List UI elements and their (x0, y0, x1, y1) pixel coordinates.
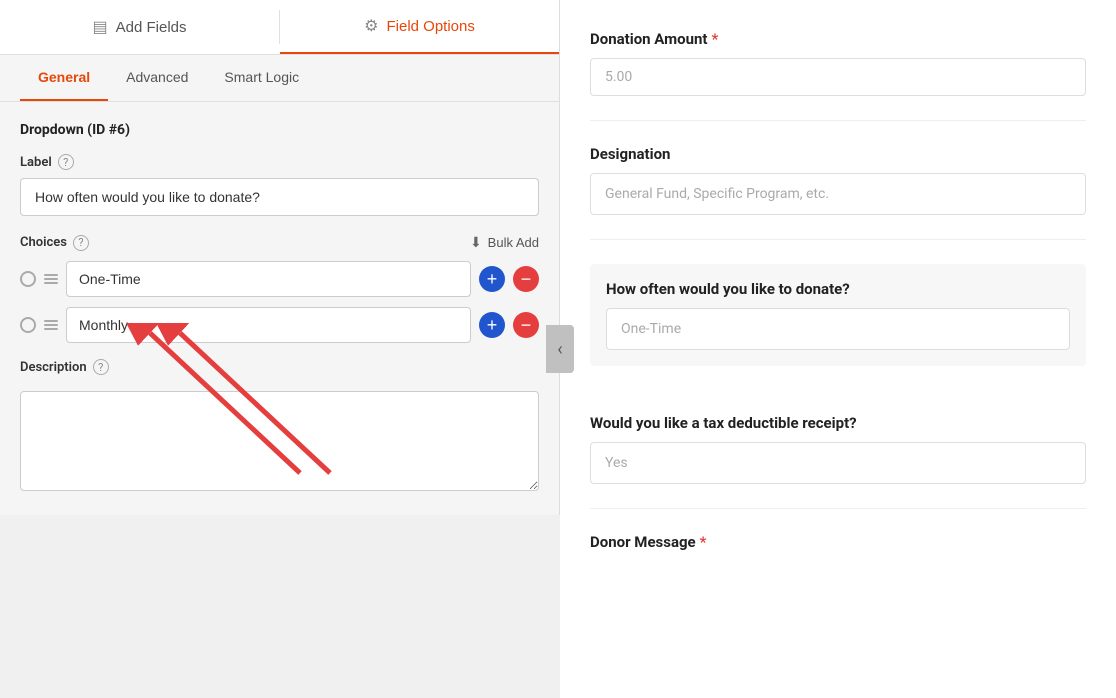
tab-add-fields-label: Add Fields (116, 19, 187, 36)
field-title: Dropdown (ID #6) (20, 122, 539, 138)
spacer-1 (590, 390, 1086, 414)
remove-choice-2-button[interactable]: − (513, 312, 539, 338)
remove-choice-1-button[interactable]: − (513, 266, 539, 292)
description-label: Description (20, 360, 87, 375)
choice-row-1: + − (20, 261, 539, 297)
add-choice-1-button[interactable]: + (479, 266, 505, 292)
divider-2 (590, 239, 1086, 240)
choice-input-1[interactable] (66, 261, 471, 297)
required-star-donation: * (711, 30, 718, 48)
description-section: Description ? (20, 359, 539, 495)
form-field-donor-message: Donor Message * (590, 533, 1086, 551)
bulk-add-icon: ⬇ (470, 234, 482, 251)
tab-header: ▤ Add Fields ⚙ Field Options (0, 0, 559, 55)
sub-tab-advanced[interactable]: Advanced (108, 55, 206, 101)
sub-tab-smart-logic[interactable]: Smart Logic (206, 55, 317, 101)
add-choice-2-button[interactable]: + (479, 312, 505, 338)
description-label-row: Description ? (20, 359, 539, 375)
drag-handle-2[interactable] (44, 320, 58, 330)
form-field-designation: Designation General Fund, Specific Progr… (590, 145, 1086, 215)
tab-add-fields[interactable]: ▤ Add Fields (0, 0, 279, 54)
choices-label: Choices (20, 235, 67, 250)
divider-1 (590, 120, 1086, 121)
label-row: Label ? (20, 154, 539, 170)
field-options-icon: ⚙ (364, 16, 378, 36)
description-help-icon[interactable]: ? (93, 359, 109, 375)
form-field-how-often: How often would you like to donate? One-… (590, 264, 1086, 366)
choices-help-icon[interactable]: ? (73, 235, 89, 251)
sub-tabs: General Advanced Smart Logic (0, 55, 559, 102)
required-star-donor: * (700, 533, 707, 551)
bulk-add-button[interactable]: ⬇ Bulk Add (470, 234, 539, 251)
choice-radio-1[interactable] (20, 271, 36, 287)
choices-header: Choices ? ⬇ Bulk Add (20, 234, 539, 251)
drag-handle-1[interactable] (44, 274, 58, 284)
bulk-add-label: Bulk Add (488, 235, 539, 250)
form-field-donation-amount: Donation Amount * 5.00 (590, 30, 1086, 96)
donation-amount-label: Donation Amount * (590, 30, 1086, 48)
form-field-tax-receipt: Would you like a tax deductible receipt?… (590, 414, 1086, 484)
divider-3 (590, 508, 1086, 509)
designation-label: Designation (590, 145, 1086, 163)
add-fields-icon: ▤ (93, 17, 108, 37)
tax-receipt-label: Would you like a tax deductible receipt? (590, 414, 1086, 432)
description-textarea[interactable] (20, 391, 539, 491)
collapse-handle[interactable]: ‹ (546, 325, 574, 373)
right-panel: Donation Amount * 5.00 Designation Gener… (560, 0, 1116, 698)
tab-field-options[interactable]: ⚙ Field Options (280, 0, 559, 54)
donor-message-label: Donor Message * (590, 533, 1086, 551)
panel-content: Dropdown (ID #6) Label ? Choices ? ⬇ Bul… (0, 102, 559, 515)
choices-left: Choices ? (20, 235, 89, 251)
choice-radio-2[interactable] (20, 317, 36, 333)
sub-tab-general[interactable]: General (20, 55, 108, 101)
label-help-icon[interactable]: ? (58, 154, 74, 170)
tab-field-options-label: Field Options (386, 18, 474, 35)
choice-input-2[interactable] (66, 307, 471, 343)
how-often-label: How often would you like to donate? (606, 280, 1070, 298)
label-input[interactable] (20, 178, 539, 216)
choice-row-2: + − (20, 307, 539, 343)
label-section-title: Label (20, 155, 52, 170)
chevron-left-icon: ‹ (557, 339, 562, 360)
